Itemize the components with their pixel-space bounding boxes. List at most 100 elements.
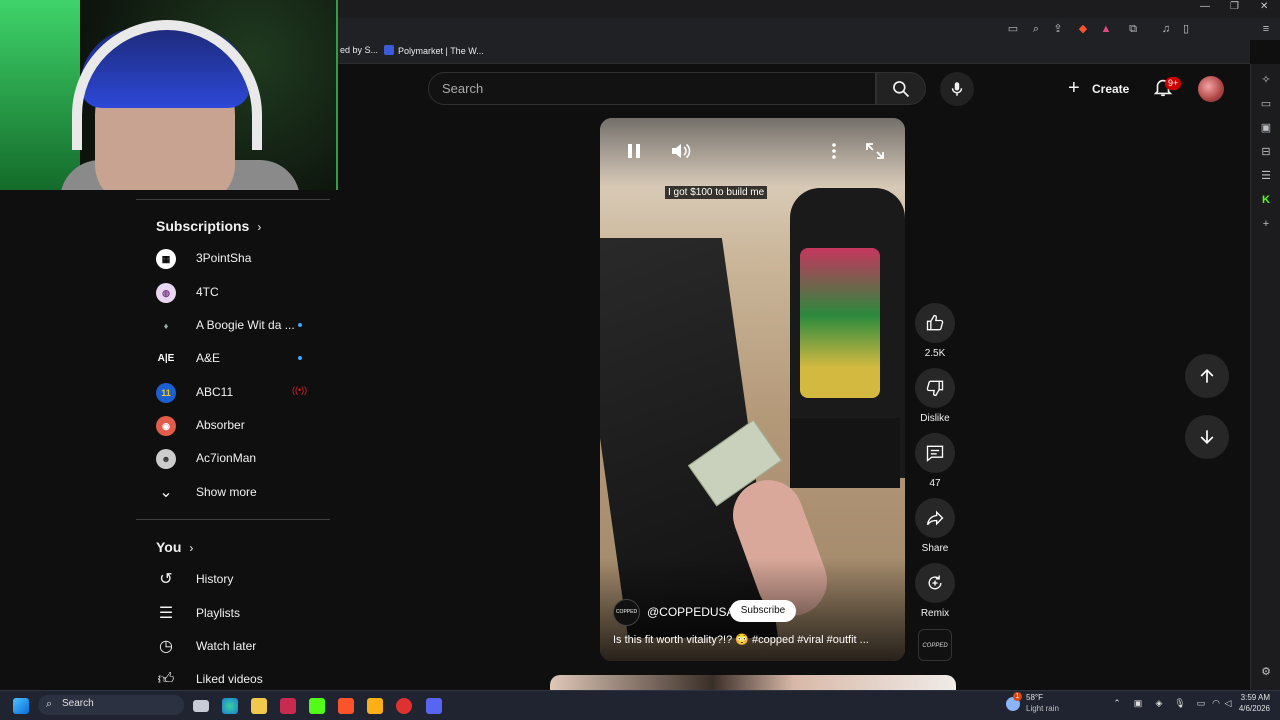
volume-button[interactable] [670, 141, 692, 161]
edge-icon[interactable] [222, 698, 238, 714]
video-caption-overlay: I got $100 to build me [665, 186, 768, 199]
create-button[interactable]: + Create [1064, 76, 1134, 102]
obs-icon[interactable] [396, 698, 412, 714]
sidebar-item-label: A&E [196, 351, 221, 365]
weather-alert-badge: 1 [1013, 692, 1022, 701]
comments-button[interactable] [915, 433, 955, 473]
sidebar-item-absorber[interactable]: ◉ Absorber [136, 409, 330, 442]
bookmark-polymarket[interactable]: Polymarket | The W... [384, 45, 484, 56]
kick-icon[interactable]: K [1258, 192, 1274, 208]
minimize-icon[interactable]: — [1200, 1, 1210, 12]
channel-handle[interactable]: @COPPEDUSA [647, 605, 735, 619]
sidebar-item-watch-later[interactable]: ◷ Watch later [136, 630, 330, 663]
cast-icon[interactable]: ▭ [1005, 21, 1021, 37]
extensions-icon[interactable]: ⧉ [1125, 21, 1141, 37]
tray-app-icon[interactable]: ▣ [1132, 697, 1144, 709]
subscriptions-heading[interactable]: Subscriptions › [156, 218, 261, 234]
menu-icon[interactable]: ≡ [1258, 21, 1274, 37]
bookmark-item[interactable]: ed by S... [340, 45, 378, 55]
discord-icon[interactable] [426, 698, 442, 714]
video-scene-shirt-graphic [800, 248, 880, 398]
previous-short-button[interactable] [1185, 354, 1229, 398]
sidebar-item-ac7ionman[interactable]: ☻ Ac7ionMan [136, 442, 330, 475]
next-short-preview[interactable] [550, 675, 956, 690]
next-short-button[interactable] [1185, 415, 1229, 459]
sidebar-item-history[interactable]: ↺ History [136, 563, 330, 596]
kick-app-icon[interactable] [309, 698, 325, 714]
sidebar-item-abc11[interactable]: 11 ABC11 ((•)) [136, 376, 330, 409]
tray-mic-icon[interactable]: 🎙︎ [1174, 697, 1186, 709]
search-input[interactable] [428, 72, 876, 105]
webcam-headphones [72, 20, 262, 150]
taskbar-search[interactable]: ⌕ [38, 695, 184, 715]
brave-shield-icon[interactable]: ◆ [1075, 21, 1091, 37]
tray-network-app-icon[interactable]: ◈ [1153, 697, 1165, 709]
sidebar-divider [136, 199, 330, 200]
search-button[interactable] [876, 72, 926, 105]
short-video-player[interactable] [600, 118, 905, 661]
browser-side-panel: ✧ ▭ ▣ ⊟ ☰ K + ⚙ [1250, 64, 1280, 690]
reading-list-icon[interactable]: ☰ [1258, 168, 1274, 184]
share-page-icon[interactable]: ⇪ [1050, 21, 1066, 37]
task-view-icon[interactable] [193, 700, 209, 712]
remix-button[interactable] [915, 563, 955, 603]
close-icon[interactable]: ✕ [1260, 1, 1268, 12]
account-avatar[interactable] [1198, 76, 1224, 102]
wifi-icon[interactable]: ◠ [1210, 697, 1222, 709]
dislike-button[interactable] [915, 368, 955, 408]
adobe-icon[interactable] [280, 698, 296, 714]
chevron-right-icon: › [189, 541, 194, 555]
settings-gear-icon[interactable]: ⚙ [1258, 664, 1274, 680]
sidebar-item-ae[interactable]: A|E A&E [136, 342, 330, 375]
windows-start-icon[interactable] [13, 698, 29, 714]
pause-button[interactable] [624, 141, 644, 161]
subscribe-button[interactable]: Subscribe [730, 600, 796, 622]
sidebar-item-playlists[interactable]: ☰ Playlists [136, 597, 330, 630]
new-content-dot [298, 356, 302, 360]
microphone-icon [951, 82, 963, 96]
media-icon[interactable]: ♫ [1158, 21, 1174, 37]
share-icon [926, 510, 944, 526]
voice-search-button[interactable] [940, 72, 974, 106]
sidebar-toggle-icon[interactable]: ▯ [1178, 21, 1194, 37]
restore-icon[interactable]: ❐ [1230, 1, 1239, 12]
weather-temperature: 58°F [1026, 693, 1043, 702]
share-button[interactable] [915, 498, 955, 538]
channel-avatar: 11 [156, 383, 176, 403]
short-title[interactable]: Is this fit worth vitality?!? 😳 #copped … [613, 633, 898, 646]
more-vertical-icon [832, 143, 836, 159]
tray-overflow-icon[interactable]: ⌃ [1111, 697, 1123, 709]
remix-icon [928, 575, 942, 590]
sidebar-item-4tc[interactable]: ◍ 4TC [136, 276, 330, 309]
taskbar-clock-date[interactable]: 4/6/2026 [1226, 704, 1270, 713]
sound-thumbnail[interactable]: COPPED [918, 629, 952, 661]
tray-display-icon[interactable]: ▭ [1195, 697, 1207, 709]
taskbar-clock-time[interactable]: 3:59 AM [1232, 693, 1270, 702]
sidebar-item-label: Absorber [196, 418, 245, 432]
leo-ai-icon[interactable]: ✧ [1258, 72, 1274, 88]
volume-icon [672, 143, 691, 159]
fullscreen-button[interactable] [864, 141, 886, 161]
search-placeholder: Search [442, 81, 484, 96]
you-heading[interactable]: You › [156, 539, 193, 555]
rockstar-icon[interactable] [367, 698, 383, 714]
like-count: 2.5K [924, 348, 946, 359]
arrow-down-icon [1200, 430, 1214, 445]
sidebar-item-a-boogie[interactable]: ♦ A Boogie Wit da ... [136, 309, 330, 342]
search-icon [893, 81, 910, 98]
wallet-icon[interactable]: ▣ [1258, 120, 1274, 136]
weather-description: Light rain [1026, 704, 1059, 713]
show-more-button[interactable]: ⌄ Show more [136, 476, 330, 509]
bookmarks-panel-icon[interactable]: ⊟ [1258, 144, 1274, 160]
file-explorer-icon[interactable] [251, 698, 267, 714]
playlist-icon[interactable]: ▭ [1258, 96, 1274, 112]
rewards-icon[interactable]: ▲ [1098, 21, 1114, 37]
sidebar-item-3pointsha[interactable]: ▦ 3PointSha [136, 242, 330, 275]
share-label: Share [921, 543, 949, 554]
add-panel-icon[interactable]: + [1258, 216, 1274, 232]
brave-icon[interactable] [338, 698, 354, 714]
channel-avatar[interactable]: COPPED [613, 599, 640, 626]
like-button[interactable] [915, 303, 955, 343]
zoom-icon[interactable]: ⌕ [1028, 21, 1044, 37]
more-options-button[interactable] [828, 141, 840, 161]
